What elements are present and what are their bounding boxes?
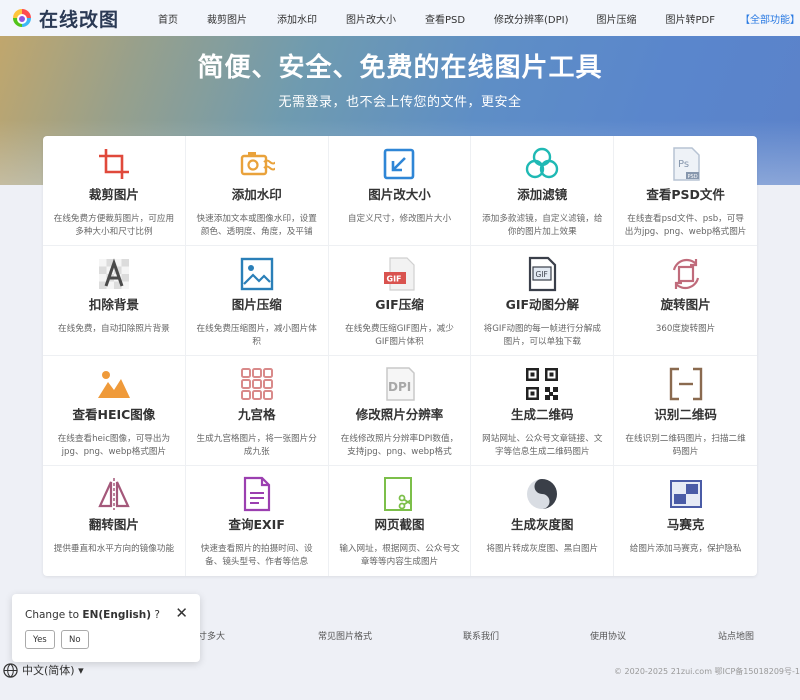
close-icon[interactable]: ✕ xyxy=(175,606,188,621)
language-switch-popup: Change to EN(English) ? ✕ Yes No xyxy=(12,594,200,662)
footer-link-formats[interactable]: 常见图片格式 xyxy=(318,629,372,642)
remove-background-icon xyxy=(98,258,129,289)
nine-grid-icon xyxy=(240,368,273,400)
crop-icon xyxy=(98,149,129,179)
svg-text:GIF: GIF xyxy=(536,270,548,279)
exif-icon xyxy=(243,476,270,512)
grayscale-icon xyxy=(527,479,558,509)
tool-card-psd[interactable]: Ps PSD 查看PSD文件 在线查看psd文件、psb，可导出为jpg、png… xyxy=(614,136,757,246)
tool-card-rotate[interactable]: 旋转图片 360度旋转图片 xyxy=(614,246,757,356)
mosaic-icon xyxy=(669,480,702,508)
svg-text:Ps: Ps xyxy=(678,159,689,170)
hero-title: 简便、安全、免费的在线图片工具 xyxy=(197,53,603,83)
footer-link-terms[interactable]: 使用协议 xyxy=(590,629,626,642)
site-logo[interactable]: 在线改图 xyxy=(10,5,144,32)
hero-subtitle: 无需登录，也不会上传您的文件，更安全 xyxy=(278,95,522,110)
nav-item-home[interactable]: 首页 xyxy=(158,11,178,26)
heic-icon xyxy=(97,371,130,398)
tool-card-web-screenshot[interactable]: 网页截图 输入网址，根据网页、公众号文章等等内容生成图片 xyxy=(329,466,472,576)
tool-card-dpi[interactable]: DPI 修改照片分辨率 在线修改照片分辨率DPI数值，支持jpg、png、web… xyxy=(328,356,472,466)
nav-item-to-pdf[interactable]: 图片转PDF xyxy=(666,11,715,26)
globe-icon xyxy=(3,662,18,678)
svg-text:PSD: PSD xyxy=(687,174,697,180)
tool-card-resize[interactable]: 图片改大小 自定义尺寸，修改图片大小 xyxy=(328,136,472,246)
footer-link-contact[interactable]: 联系我们 xyxy=(463,629,499,642)
tool-card-gif-compress[interactable]: GIF GIF压缩 在线免费压缩GIF图片，减少GIF图片体积 xyxy=(328,246,472,356)
tool-card-grayscale[interactable]: 生成灰度图 将图片转成灰度图、黑白图片 xyxy=(471,466,615,576)
tool-card-watermark[interactable]: 添加水印 快速添加文本或图像水印，设置颜色、透明度、角度，及平铺 xyxy=(185,136,329,246)
copyright-text: © 2020-2025 21zui.com 鄂ICP备15018209号-1 xyxy=(614,667,800,676)
nav-item-resize[interactable]: 图片改大小 xyxy=(346,11,396,26)
nav-item-dpi[interactable]: 修改分辨率(DPI) xyxy=(494,11,568,26)
footer-link-sitemap[interactable]: 站点地图 xyxy=(718,629,754,642)
tool-card-filter[interactable]: 添加滤镜 添加多款滤镜，自定义滤镜，给你的图片加上效果 xyxy=(471,136,615,246)
no-button[interactable]: No xyxy=(61,630,89,649)
tool-card-crop[interactable]: 裁剪图片 在线免费方便裁剪图片，可应用多种大小和尺寸比例 xyxy=(43,136,186,246)
yes-button[interactable]: Yes xyxy=(25,630,55,649)
filter-icon xyxy=(526,147,559,179)
tool-card-image-compress[interactable]: 图片压缩 在线免费压缩图片，减小图片体积 xyxy=(185,246,329,356)
dpi-icon: DPI xyxy=(386,367,416,401)
tool-card-qrcode[interactable]: 生成二维码 网站网址、公众号文章链接、文字等信息生成二维码图片 xyxy=(471,356,615,466)
rainbow-logo-icon xyxy=(10,6,34,30)
gif-compress-icon: GIF xyxy=(384,257,416,291)
flip-icon xyxy=(98,478,130,510)
web-screenshot-icon xyxy=(384,477,413,511)
nav-item-all-features[interactable]: 【全部功能】 xyxy=(740,11,800,26)
tool-card-flip[interactable]: 翻转图片 提供垂直和水平方向的镜像功能 xyxy=(43,466,186,576)
tool-card-nine-grid[interactable]: 九宫格 生成九宫格图片，将一张图片分成九张 xyxy=(185,356,329,466)
rotate-icon xyxy=(672,258,699,290)
tool-card-remove-background[interactable]: 扣除背景 在线免费，自动扣除照片背景 xyxy=(43,246,186,356)
gif-split-icon: GIF xyxy=(529,256,557,292)
nav-item-watermark[interactable]: 添加水印 xyxy=(277,11,317,26)
psd-icon: Ps PSD xyxy=(672,147,700,181)
svg-text:GIF: GIF xyxy=(387,275,402,284)
language-label: 中文(简体) ▾ xyxy=(22,664,84,677)
footer-link-size[interactable]: 寸多大 xyxy=(198,629,225,642)
tool-card-qr-scan[interactable]: 识别二维码 在线识别二维码图片，扫描二维码图片 xyxy=(614,356,757,466)
tool-card-gif-split[interactable]: GIF GIF动图分解 将GIF动图的每一帧进行分解成图片，可以单独下载 xyxy=(471,246,615,356)
qr-scan-icon xyxy=(669,367,702,401)
nav-item-compress[interactable]: 图片压缩 xyxy=(597,11,637,26)
language-selector[interactable]: 中文(简体) ▾ xyxy=(3,662,84,678)
watermark-icon xyxy=(240,152,275,176)
top-navigation-bar: 在线改图 首页 裁剪图片 添加水印 图片改大小 查看PSD 修改分辨率(DPI)… xyxy=(0,0,800,36)
tool-card-mosaic[interactable]: 马赛克 给图片添加马赛克，保护隐私 xyxy=(614,466,757,576)
site-name: 在线改图 xyxy=(39,8,120,31)
qrcode-icon xyxy=(526,368,559,400)
tool-card-heic[interactable]: 查看HEIC图像 在线查看heic图像，可导出为jpg、png、webp格式图片 xyxy=(43,356,186,466)
main-nav: 首页 裁剪图片 添加水印 图片改大小 查看PSD 修改分辨率(DPI) 图片压缩… xyxy=(158,11,800,26)
nav-item-crop[interactable]: 裁剪图片 xyxy=(207,11,247,26)
nav-item-psd[interactable]: 查看PSD xyxy=(425,11,465,26)
image-compress-icon xyxy=(240,257,273,291)
tool-card-exif[interactable]: 查询EXIF 快速查看照片的拍摄时间、设备、镜头型号、作者等信息 xyxy=(186,466,329,576)
resize-icon xyxy=(384,148,415,180)
svg-text:DPI: DPI xyxy=(388,380,411,394)
tool-grid: 裁剪图片 在线免费方便裁剪图片，可应用多种大小和尺寸比例 添加水印 快速添加文本… xyxy=(43,136,757,576)
popup-message: Change to EN(English) ? xyxy=(25,609,160,621)
